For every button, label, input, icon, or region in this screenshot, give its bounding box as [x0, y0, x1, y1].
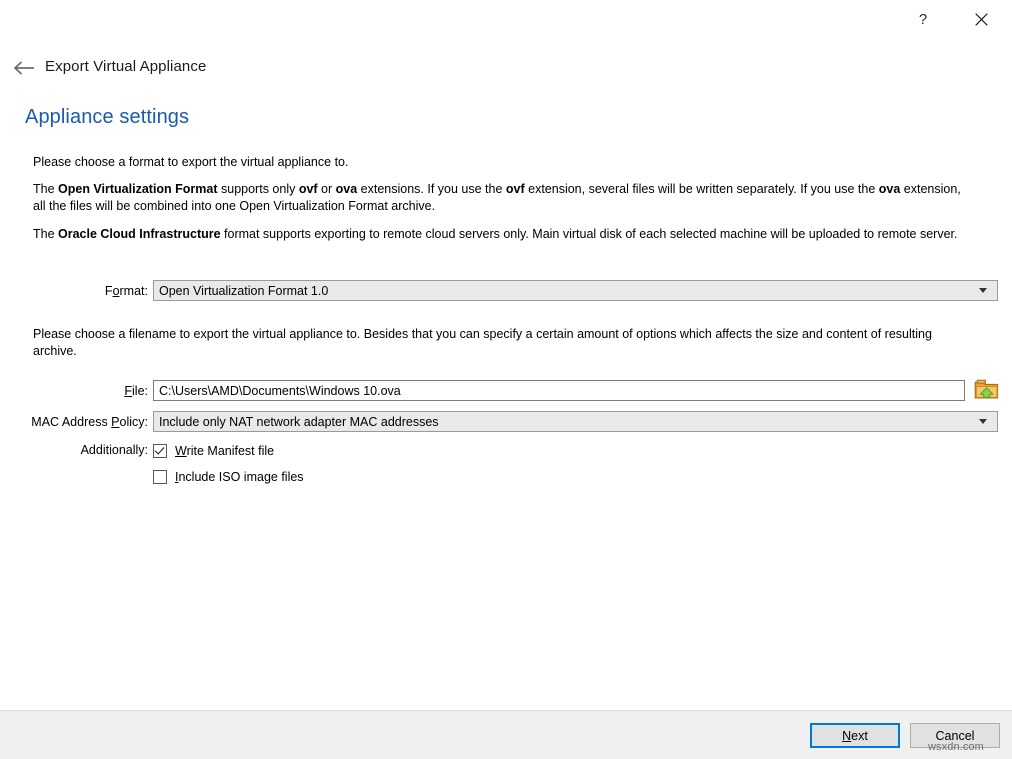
- ovf-bold-3: ova: [336, 182, 358, 196]
- ovf-text-1: The: [33, 182, 58, 196]
- format-dropdown[interactable]: Open Virtualization Format 1.0: [153, 280, 998, 301]
- help-button[interactable]: ?: [900, 0, 946, 38]
- back-button[interactable]: [9, 54, 39, 82]
- next-rest: ext: [851, 729, 868, 743]
- chevron-down-icon: [974, 288, 992, 293]
- oci-bold-1: Oracle Cloud Infrastructure: [58, 227, 221, 241]
- wizard-title: Export Virtual Appliance: [45, 58, 206, 75]
- mac-policy-label: MAC Address Policy:: [18, 415, 148, 429]
- format-label-pre: F: [105, 284, 113, 298]
- ovf-text-3: or: [318, 182, 336, 196]
- additionally-label: Additionally:: [18, 443, 148, 457]
- ovf-bold-2: ovf: [299, 182, 318, 196]
- include-iso-rest: nclude ISO image files: [178, 470, 303, 484]
- browse-file-button[interactable]: [974, 378, 1000, 403]
- file-label-accel: F: [124, 384, 132, 398]
- close-button[interactable]: [958, 0, 1004, 38]
- ovf-description-paragraph: The Open Virtualization Format supports …: [33, 181, 967, 215]
- format-label: Format:: [18, 284, 148, 298]
- ovf-text-5: extension, several files will be written…: [525, 182, 879, 196]
- page-title: Appliance settings: [25, 106, 189, 129]
- next-button[interactable]: Next: [810, 723, 900, 748]
- write-manifest-label[interactable]: Write Manifest file: [175, 444, 274, 458]
- file-label: File:: [18, 384, 148, 398]
- format-label-post: rmat:: [120, 284, 148, 298]
- mac-label-accel: P: [111, 415, 119, 429]
- file-label-post: ile:: [132, 384, 148, 398]
- oci-text-2: format supports exporting to remote clou…: [221, 227, 958, 241]
- mac-policy-dropdown-value: Include only NAT network adapter MAC add…: [159, 415, 974, 429]
- oci-description-paragraph: The Oracle Cloud Infrastructure format s…: [33, 226, 967, 243]
- include-iso-row[interactable]: Include ISO image files: [153, 467, 304, 487]
- question-mark-icon: ?: [919, 11, 927, 28]
- include-iso-label[interactable]: Include ISO image files: [175, 470, 304, 484]
- title-bar: ?: [0, 0, 1012, 42]
- oci-text-1: The: [33, 227, 58, 241]
- include-iso-checkbox[interactable]: [153, 470, 167, 484]
- write-manifest-checkbox[interactable]: [153, 444, 167, 458]
- filename-description-paragraph: Please choose a filename to export the v…: [33, 326, 967, 360]
- next-accel: N: [842, 729, 851, 743]
- folder-open-upload-icon: [974, 378, 999, 400]
- wizard-header: Export Virtual Appliance: [0, 54, 1012, 84]
- mac-label-pre: MAC Address: [31, 415, 111, 429]
- back-arrow-icon: [13, 60, 35, 76]
- write-manifest-rest: rite Manifest file: [187, 444, 275, 458]
- write-manifest-row[interactable]: Write Manifest file: [153, 441, 274, 461]
- next-button-label: Next: [842, 729, 868, 743]
- ovf-text-4: extensions. If you use the: [357, 182, 506, 196]
- chevron-down-icon: [974, 419, 992, 424]
- close-x-icon: [975, 13, 988, 26]
- intro-paragraph: Please choose a format to export the vir…: [33, 154, 967, 171]
- write-manifest-accel: W: [175, 444, 187, 458]
- file-path-input[interactable]: [153, 380, 965, 401]
- ovf-text-2: supports only: [218, 182, 299, 196]
- format-label-accel: o: [113, 284, 120, 298]
- mac-policy-dropdown[interactable]: Include only NAT network adapter MAC add…: [153, 411, 998, 432]
- mac-label-post: olicy:: [120, 415, 148, 429]
- ovf-bold-5: ova: [879, 182, 901, 196]
- format-dropdown-value: Open Virtualization Format 1.0: [159, 284, 974, 298]
- ovf-bold-1: Open Virtualization Format: [58, 182, 218, 196]
- ovf-bold-4: ovf: [506, 182, 525, 196]
- watermark: wsxdn.com: [928, 741, 984, 753]
